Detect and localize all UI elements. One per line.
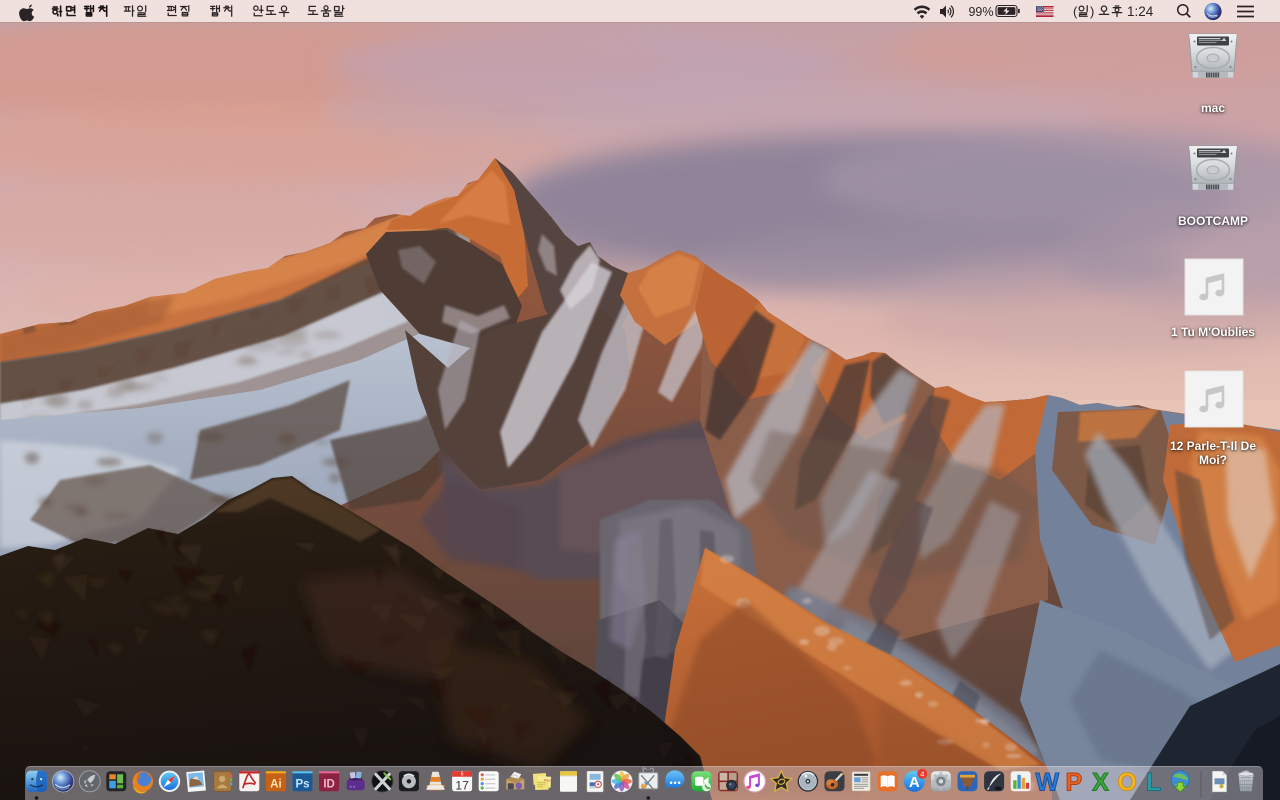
svg-text:17: 17 [455, 778, 469, 792]
svg-text:P: P [1066, 768, 1083, 796]
svg-text:1:24: 1:24 [1127, 4, 1154, 19]
svg-text:Plan: Plan [544, 778, 551, 782]
svg-text:99%: 99% [968, 5, 993, 19]
svg-text:O: O [1117, 768, 1136, 796]
svg-text:L: L [1146, 768, 1161, 796]
svg-text:ID: ID [323, 778, 335, 790]
svg-text:X: X [1092, 768, 1109, 796]
svg-text:Ai: Ai [270, 778, 282, 790]
svg-text:(: ( [1073, 4, 1078, 19]
svg-text:W: W [1035, 768, 1059, 796]
svg-text:Ps: Ps [295, 778, 309, 790]
svg-text:): ) [1090, 4, 1094, 19]
svg-text:4: 4 [920, 770, 924, 779]
svg-text:6: 6 [461, 772, 464, 778]
